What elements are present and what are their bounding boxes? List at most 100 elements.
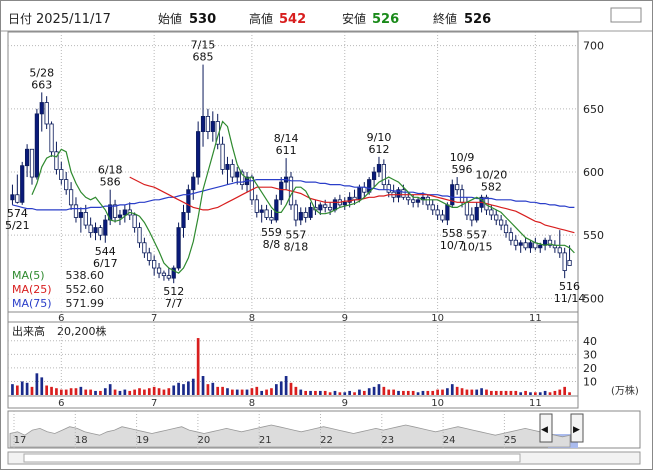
volume-bar <box>480 388 483 395</box>
candle-body <box>435 209 440 216</box>
candle-body <box>186 189 191 213</box>
candle-body <box>152 260 157 269</box>
volume-tick-label: 30 <box>583 348 597 361</box>
candle-body <box>225 164 230 170</box>
candle-body <box>117 214 123 218</box>
volume-bar <box>108 384 112 395</box>
volume-bar <box>392 389 395 395</box>
date-label: 日付 <box>8 12 32 26</box>
volume-bar <box>333 390 337 395</box>
volume-bar <box>245 389 249 395</box>
candle-body <box>562 252 567 271</box>
navigator-left-handle[interactable]: ◀ <box>539 413 553 443</box>
volume-bar <box>221 386 224 395</box>
volume-tick-label: 20 <box>583 362 597 375</box>
volume-bar <box>299 389 303 395</box>
scrollbar-thumb[interactable] <box>23 453 521 463</box>
volume-bar <box>411 390 415 395</box>
candle-body <box>122 209 127 216</box>
candle-body <box>308 206 313 218</box>
price-tick-label: 600 <box>583 166 604 179</box>
close-label: 終値 <box>433 11 457 26</box>
low-label: 安値 <box>342 11 366 26</box>
candle-body <box>156 267 162 274</box>
candle-body <box>64 179 69 191</box>
volume-bar <box>289 382 293 395</box>
price-annotation: 5/28663 <box>29 66 54 91</box>
volume-bar <box>162 389 166 395</box>
candle-body <box>440 214 445 221</box>
navigator-label: 18 <box>75 435 88 446</box>
candle-body <box>132 214 137 229</box>
volume-tick-label: 40 <box>583 335 597 348</box>
volume-bar <box>284 376 288 395</box>
volume-bar <box>167 388 171 395</box>
candle-body <box>39 102 44 115</box>
candle-body <box>112 204 118 218</box>
navigator-label: 19 <box>136 435 149 446</box>
candle-body <box>508 232 514 241</box>
header-box <box>610 7 642 23</box>
low-value: 526 <box>372 12 399 27</box>
candle <box>34 108 39 180</box>
navigator-right-handle[interactable]: ▶ <box>570 413 584 443</box>
annotation-text: 586 <box>100 176 121 189</box>
volume-bar <box>138 388 141 395</box>
volume-bar <box>157 388 161 395</box>
candle-body <box>445 204 450 221</box>
candle-body <box>274 199 279 221</box>
high-value: 542 <box>279 12 306 27</box>
navigator-label: 23 <box>381 435 394 446</box>
candle-body <box>200 116 206 132</box>
candle-body <box>254 199 259 213</box>
annotation-text: 663 <box>31 78 52 91</box>
price-annotation: 5745/21 <box>5 207 30 232</box>
volume-latest: 20,200株 <box>57 324 107 338</box>
month-strip-top <box>7 311 579 323</box>
candle-body <box>469 214 474 221</box>
volume-bar <box>441 389 444 395</box>
volume-bar <box>211 382 215 395</box>
volume-bar <box>231 389 234 395</box>
legend-label: MA(25) <box>12 283 52 296</box>
candle-body <box>499 219 504 226</box>
volume-bar <box>519 392 523 395</box>
month-label: 6 <box>58 398 64 409</box>
volume-bar <box>465 389 469 395</box>
month-label: 7 <box>151 398 157 409</box>
candle-body <box>83 212 88 226</box>
volume-bar <box>367 388 371 395</box>
horizontal-scrollbar[interactable] <box>7 451 641 465</box>
candle-body <box>318 204 323 211</box>
candle-body <box>235 171 240 178</box>
volume-bar <box>328 392 332 395</box>
volume-bar <box>534 392 537 395</box>
candle-body <box>29 148 35 178</box>
volume-bar <box>548 392 552 395</box>
stock-chart-window: 日付 2025/11/17 始値 530 高値 542 安値 526 終値 52… <box>0 0 653 470</box>
candle-body <box>10 194 15 201</box>
price-annotation: 7/15685 <box>191 39 216 64</box>
candle-body <box>303 212 308 218</box>
volume-bar <box>182 384 185 395</box>
candle-body <box>381 164 386 186</box>
candle-body <box>415 199 421 203</box>
annotation-text: 611 <box>276 144 297 157</box>
candle-body <box>401 189 406 198</box>
price-annotation: 5578/18 <box>284 228 309 253</box>
navigator-label: 17 <box>14 435 27 446</box>
range-navigator[interactable]: 17 18 19 20 21 22 23 24 25 ◀ ▶ <box>7 410 641 449</box>
volume-bar <box>64 389 68 395</box>
candle-body <box>298 212 303 221</box>
candle-body <box>279 181 284 201</box>
volume-bar <box>314 390 317 395</box>
candle-body <box>459 189 465 203</box>
candle-body <box>259 209 264 213</box>
right-handle-icon: ▶ <box>573 425 580 435</box>
legend-value: 571.99 <box>66 297 105 310</box>
volume-bar <box>152 386 156 395</box>
candle-body <box>181 212 186 229</box>
volume-bar <box>11 384 14 395</box>
volume-bar <box>99 390 102 395</box>
date-value: 2025/11/17 <box>36 12 111 27</box>
